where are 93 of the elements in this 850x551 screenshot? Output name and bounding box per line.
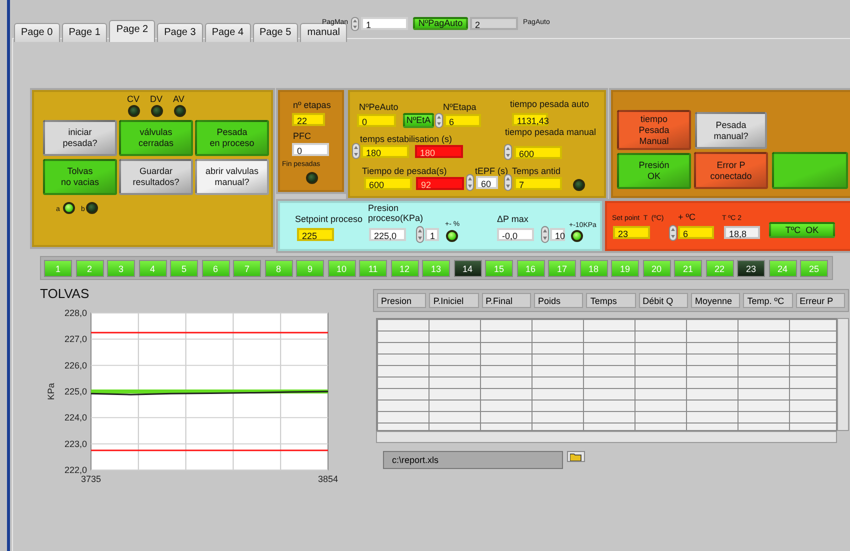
panel-button[interactable]: válvulas cerradas (119, 120, 193, 156)
field-label: DV (150, 94, 163, 104)
axis-tick-label: 224,0 (64, 412, 87, 423)
field-label: + ºC (678, 212, 696, 222)
value-field[interactable]: 180 (361, 145, 409, 158)
page-tab[interactable]: Page 1 (62, 23, 108, 42)
folder-icon (570, 452, 582, 460)
spinner-control[interactable] (669, 225, 677, 241)
page-tab[interactable]: Page 0 (14, 23, 60, 42)
column-header[interactable]: Erreur P (796, 293, 845, 308)
value-field[interactable]: 0 (292, 143, 329, 156)
page-tab[interactable]: Page 4 (204, 23, 251, 42)
axis-tick-label: 227,0 (64, 334, 87, 344)
panel-button[interactable]: tiempo Pesada Manual (617, 110, 691, 150)
panel-button[interactable]: Guardar resultados? (119, 159, 193, 195)
value-field[interactable]: 600 (364, 177, 412, 190)
column-header[interactable]: Temps (586, 293, 636, 308)
field-label: Setpoint proceso (295, 214, 363, 224)
value-field[interactable]: 225 (297, 228, 334, 241)
toggle-button[interactable]: NºEtA (403, 113, 434, 128)
page-tab[interactable]: Page 2 (109, 20, 156, 42)
spinner-control[interactable] (351, 17, 359, 31)
field-label: nº etapas (293, 100, 331, 110)
field-label: ΔP max (497, 214, 528, 224)
field-label: temps estabilisation (s) (360, 134, 452, 144)
axis-tick-label: 3735 (80, 474, 102, 484)
value-field[interactable]: -0,0 (497, 228, 534, 241)
browse-button[interactable] (567, 451, 585, 462)
panel-button[interactable]: Tolvas no vacias (43, 159, 117, 195)
panel-button[interactable]: Pesada en proceso (195, 120, 269, 156)
field-label: tEPF (s) (475, 166, 508, 176)
value-field[interactable]: 1 (361, 17, 408, 30)
value-field[interactable]: 1 (425, 228, 439, 241)
spinner-control[interactable] (416, 226, 424, 243)
field-label: Presion proceso(KPa) (368, 203, 424, 223)
column-header[interactable]: Presion (377, 293, 426, 308)
column-header[interactable]: Moyenne (690, 293, 740, 308)
column-header[interactable]: Poids (534, 293, 584, 308)
panel-button[interactable]: Presión OK (617, 153, 691, 189)
axis-tick-label: 228,0 (64, 308, 87, 318)
value-field[interactable]: 18,8 (724, 226, 760, 239)
column-header[interactable]: P.Iniciel (429, 293, 479, 308)
axis-tick-label: 223,0 (64, 438, 87, 449)
panel-button[interactable]: Error P conectado (694, 152, 768, 189)
spinner-control[interactable] (504, 144, 512, 160)
page-tab[interactable]: Page 3 (157, 23, 203, 42)
step-button[interactable]: 14 (454, 260, 482, 277)
spinner-control[interactable] (352, 143, 360, 159)
spinner-control[interactable] (504, 174, 512, 191)
spinner-control[interactable] (466, 174, 474, 191)
field-label: AV (173, 94, 184, 104)
spinner-control[interactable] (541, 226, 549, 243)
axis-tick-label: 3854 (318, 474, 338, 484)
value-field[interactable]: 23 (613, 226, 650, 239)
field-label: NºEtapa (443, 102, 476, 112)
horizontal-scrollbar[interactable] (376, 431, 837, 443)
page-tab[interactable]: Page 5 (252, 23, 298, 42)
value-field[interactable]: 6 (444, 114, 481, 127)
field-label: tiempo pesada auto (510, 99, 590, 109)
column-header[interactable]: Débit Q (638, 293, 688, 308)
axis-title: KPa (46, 383, 56, 400)
panel-button[interactable] (772, 152, 848, 189)
field-label: NºPeAuto (359, 102, 398, 112)
value-field[interactable]: 6 (678, 226, 714, 239)
step-button[interactable]: 23 (737, 260, 765, 277)
field-label: Temps antid (512, 166, 561, 176)
value-field[interactable]: 60 (476, 176, 498, 189)
column-header[interactable]: P.Final (482, 293, 531, 308)
path-field[interactable]: c:\report.xls (383, 451, 563, 469)
panel-button[interactable]: abrir valvulas manual? (195, 159, 269, 195)
vertical-scrollbar[interactable] (837, 318, 849, 431)
field-label: Tiempo de pesada(s) (362, 166, 447, 176)
value-field[interactable]: 10 (550, 228, 565, 241)
value-field[interactable]: 7 (514, 177, 562, 190)
spinner-control[interactable] (435, 113, 443, 128)
value-field[interactable]: 0 (357, 114, 396, 127)
value-field[interactable]: 22 (292, 113, 325, 126)
panel-button[interactable]: Pesada manual? (695, 112, 767, 149)
value-field[interactable]: 225,0 (369, 228, 406, 241)
chart-title: TOLVAS (40, 287, 90, 301)
value-field[interactable]: 2 (470, 17, 518, 30)
field-label: PFC (293, 131, 311, 141)
field-label: tiempo pesada manual (505, 127, 596, 137)
value-field[interactable]: 1131,43 (512, 113, 548, 126)
axis-tick-label: 222,0 (64, 465, 87, 475)
value-field[interactable]: 600 (514, 146, 562, 159)
axis-tick-label: 225,0 (64, 386, 87, 396)
field-label: CV (127, 94, 140, 104)
axis-tick-label: 226,0 (64, 360, 87, 370)
column-header[interactable]: Temp. ºC (743, 293, 793, 308)
panel-button[interactable]: iniciar pesada? (43, 120, 117, 156)
toggle-button[interactable]: TºC OK (769, 222, 835, 238)
toggle-button[interactable]: NºPagAuto (413, 17, 468, 30)
